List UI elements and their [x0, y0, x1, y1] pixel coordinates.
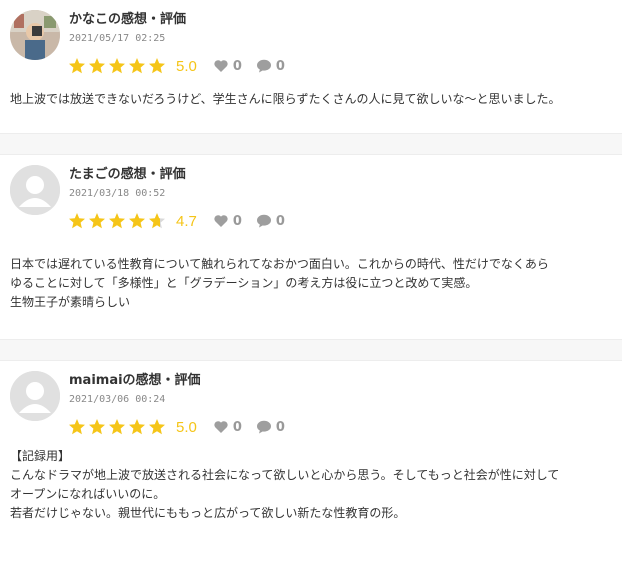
review-text-line: 若者だけじゃない。親世代にももっと広がって欲しい新たな性教育の形。 — [10, 506, 406, 520]
comment-icon — [256, 59, 271, 73]
reviewer-name[interactable]: かなこの感想・評価 — [69, 8, 186, 27]
comment-icon — [256, 214, 271, 228]
avatar[interactable] — [10, 371, 60, 421]
comment-count: 0 — [275, 419, 285, 435]
star-icon — [89, 419, 105, 435]
like-button[interactable]: 0 — [213, 213, 242, 229]
review-text-line: ゆることに対して「多様性」と「グラデーション」の考え方は役に立つと改めて実感。 — [10, 276, 478, 290]
star-icon — [69, 58, 85, 74]
review-separator — [0, 339, 622, 361]
star-icon — [89, 213, 105, 229]
star-rating — [68, 57, 168, 75]
comment-count: 0 — [275, 213, 285, 229]
review-card: かなこの感想・評価 2021/05/17 02:25 5.0 0 0 地上波では… — [0, 0, 622, 133]
like-count: 0 — [232, 213, 242, 229]
heart-icon — [214, 60, 228, 72]
star-icon — [149, 213, 165, 229]
rating-score: 4.7 — [176, 212, 197, 230]
reviewer-name[interactable]: maimaiの感想・評価 — [69, 369, 201, 388]
comment-button[interactable]: 0 — [256, 419, 285, 435]
review-text-line: 生物王子が素晴らしい — [10, 295, 131, 309]
comment-count: 0 — [275, 58, 285, 74]
star-icon — [109, 419, 125, 435]
star-icon — [149, 419, 165, 435]
review-text-line: こんなドラマが地上波で放送される社会になって欲しいと心から思う。そしてもっと社会… — [10, 468, 560, 482]
comment-icon — [256, 420, 271, 434]
star-rating — [68, 212, 168, 230]
heart-icon — [214, 215, 228, 227]
review-card: maimaiの感想・評価 2021/03/06 00:24 5.0 0 0 【記… — [0, 361, 622, 561]
like-button[interactable]: 0 — [213, 58, 242, 74]
review-card: たまごの感想・評価 2021/03/18 00:52 4.7 0 0 日本では遅… — [0, 155, 622, 339]
review-date: 2021/03/06 00:24 — [69, 394, 166, 405]
avatar[interactable] — [10, 165, 60, 215]
review-date: 2021/05/17 02:25 — [69, 33, 166, 44]
star-icon — [129, 213, 145, 229]
review-separator — [0, 133, 622, 155]
like-count: 0 — [232, 419, 242, 435]
like-button[interactable]: 0 — [213, 419, 242, 435]
star-rating — [68, 418, 168, 436]
review-text-line: オープンになればいいのに。 — [10, 487, 166, 501]
star-icon — [109, 58, 125, 74]
comment-button[interactable]: 0 — [256, 58, 285, 74]
avatar[interactable] — [10, 10, 60, 60]
star-icon — [149, 58, 165, 74]
review-text: 日本では遅れている性教育について触れられてなおかつ面白い。これからの時代、性だけ… — [0, 237, 622, 312]
review-text-line: 日本では遅れている性教育について触れられてなおかつ面白い。これからの時代、性だけ… — [10, 257, 549, 271]
comment-button[interactable]: 0 — [256, 213, 285, 229]
star-icon — [129, 58, 145, 74]
review-text: 【記録用】 こんなドラマが地上波で放送される社会になって欲しいと心から思う。そし… — [0, 443, 622, 523]
star-icon — [89, 58, 105, 74]
review-date: 2021/03/18 00:52 — [69, 188, 166, 199]
star-icon — [109, 213, 125, 229]
review-text: 地上波では放送できないだろうけど、学生さんに限らずたくさんの人に見て欲しいな〜と… — [0, 82, 622, 109]
reviewer-name[interactable]: たまごの感想・評価 — [69, 163, 186, 182]
rating-score: 5.0 — [176, 57, 197, 75]
star-icon — [69, 213, 85, 229]
star-icon — [69, 419, 85, 435]
review-text-line: 【記録用】 — [10, 449, 71, 463]
like-count: 0 — [232, 58, 242, 74]
star-icon — [129, 419, 145, 435]
rating-score: 5.0 — [176, 418, 197, 436]
heart-icon — [214, 421, 228, 433]
review-text-line: 地上波では放送できないだろうけど、学生さんに限らずたくさんの人に見て欲しいな〜と… — [10, 92, 561, 106]
